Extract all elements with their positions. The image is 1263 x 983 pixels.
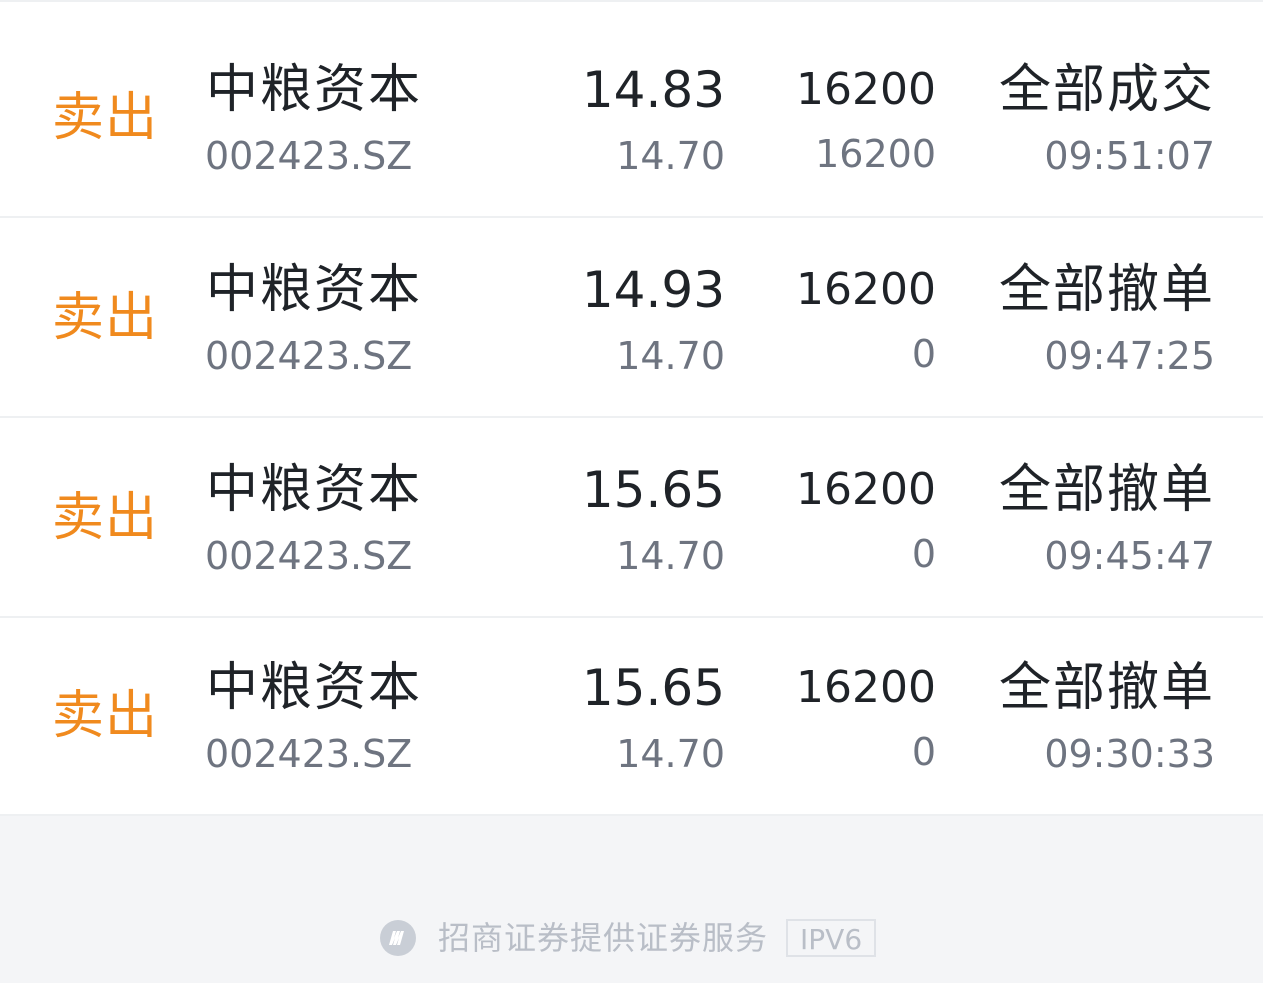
provider-text: 招商证券提供证券服务 [438,919,769,957]
order-time: 09:51:07 [1044,134,1215,178]
stock-name: 中粮资本 [206,658,423,718]
footer-provider: 招商证券提供证券服务 IPV6 [380,918,877,958]
order-quantity: 16200 [796,662,936,713]
order-row[interactable]: 卖出 中粮资本 002423.SZ 15.65 14.70 16200 0 全部… [0,618,1263,816]
order-time: 09:30:33 [1044,732,1215,776]
stock-code: 002423.SZ [205,334,413,378]
order-list: 卖出 中粮资本 002423.SZ 14.83 14.70 16200 1620… [0,0,1263,816]
order-status: 全部撤单 [998,658,1215,718]
order-status: 全部撤单 [998,260,1215,320]
stock-name: 中粮资本 [206,60,423,120]
stock-code: 002423.SZ [205,732,413,776]
order-row[interactable]: 卖出 中粮资本 002423.SZ 14.93 14.70 16200 0 全部… [0,220,1263,418]
order-side: 卖出 [52,88,159,148]
order-status: 全部撤单 [998,460,1215,520]
deal-price: 14.70 [616,534,725,578]
order-time: 09:47:25 [1044,334,1215,378]
order-price: 14.93 [581,261,725,319]
order-quantity: 16200 [796,64,936,115]
ipv6-badge: IPV6 [786,919,877,957]
deal-quantity: 0 [911,332,936,376]
order-price: 15.65 [581,461,725,519]
order-price: 14.83 [581,61,725,119]
order-price: 15.65 [581,659,725,717]
order-side: 卖出 [52,488,159,548]
order-status: 全部成交 [998,60,1215,120]
deal-quantity: 0 [911,532,936,576]
deal-price: 14.70 [616,732,725,776]
broker-logo-icon [380,920,416,956]
order-time: 09:45:47 [1044,534,1215,578]
deal-quantity: 0 [911,730,936,774]
stock-name: 中粮资本 [206,460,423,520]
order-side: 卖出 [52,288,159,348]
stock-name: 中粮资本 [206,260,423,320]
stock-code: 002423.SZ [205,534,413,578]
order-row[interactable]: 卖出 中粮资本 002423.SZ 15.65 14.70 16200 0 全部… [0,420,1263,618]
order-side: 卖出 [52,686,159,746]
page: 卖出 中粮资本 002423.SZ 14.83 14.70 16200 1620… [0,0,1263,983]
order-row[interactable]: 卖出 中粮资本 002423.SZ 14.83 14.70 16200 1620… [0,20,1263,218]
order-quantity: 16200 [796,264,936,315]
deal-quantity: 16200 [815,132,936,176]
deal-price: 14.70 [616,334,725,378]
footer: 招商证券提供证券服务 IPV6 [0,900,1263,976]
deal-price: 14.70 [616,134,725,178]
stock-code: 002423.SZ [205,134,413,178]
order-quantity: 16200 [796,464,936,515]
